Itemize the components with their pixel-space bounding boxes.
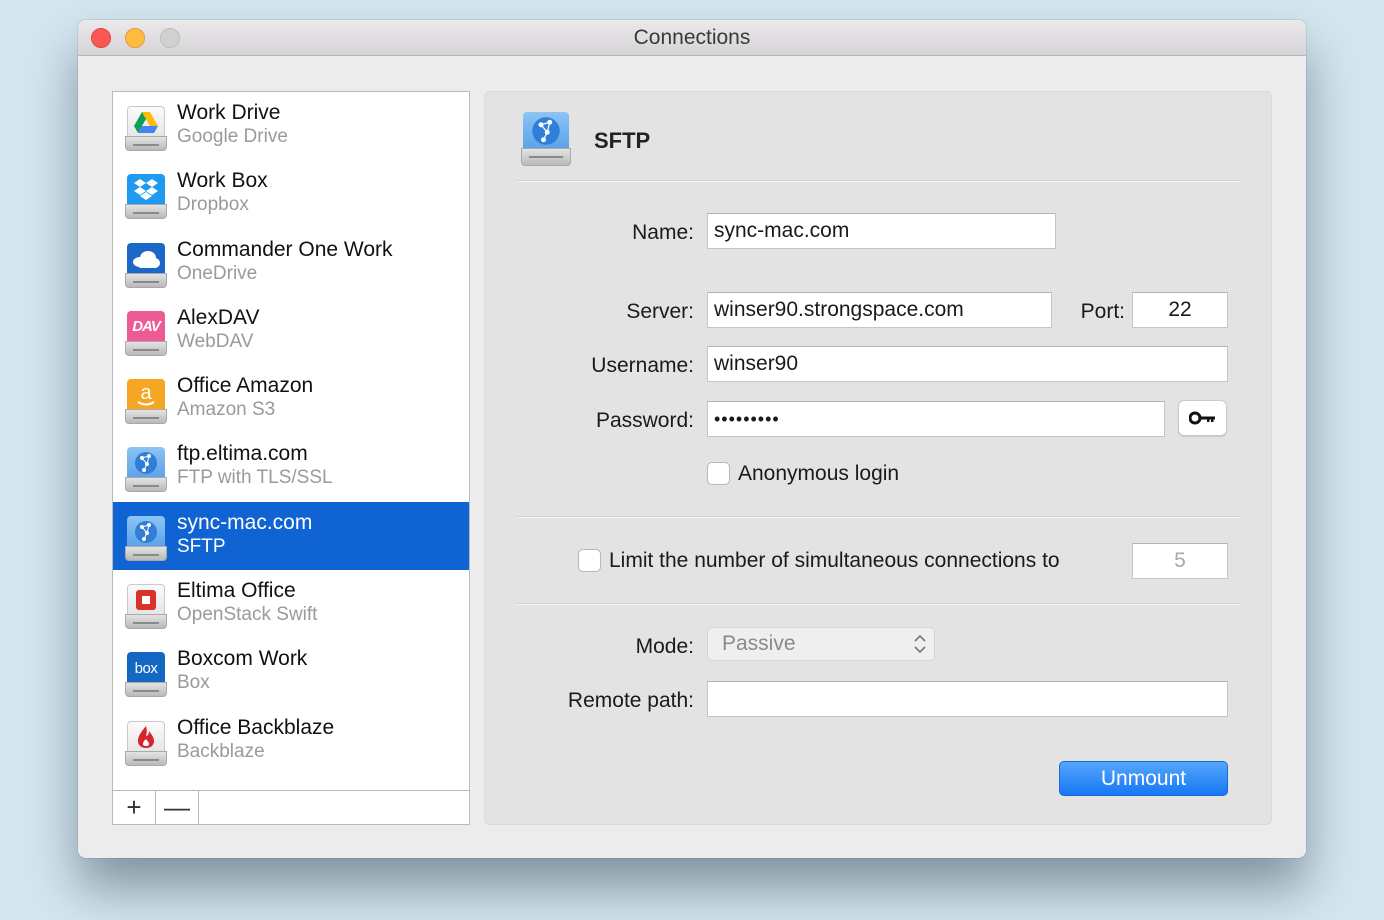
connection-details-panel: SFTP Name: sync-mac.com Server: winser90… xyxy=(484,91,1272,825)
connection-type: Box xyxy=(177,672,210,694)
dropbox-icon xyxy=(125,174,167,220)
amazon-s3-icon: a xyxy=(125,379,167,425)
connections-list: Work Drive Google Drive Work Box Dropbox xyxy=(113,92,469,775)
anonymous-login-label: Anonymous login xyxy=(738,462,900,485)
key-icon xyxy=(1188,411,1215,425)
box-icon: box xyxy=(125,652,167,698)
list-item-alexdav[interactable]: DAV AlexDAV WebDAV xyxy=(113,297,469,365)
connection-type: OneDrive xyxy=(177,262,258,284)
password-field[interactable]: ••••••••• xyxy=(707,401,1165,437)
username-label: Username: xyxy=(591,354,694,377)
mode-label: Mode: xyxy=(635,635,694,658)
connection-name: Eltima Office xyxy=(177,579,296,603)
limit-connections-label: Limit the number of simultaneous connect… xyxy=(609,549,1060,572)
openstack-icon xyxy=(125,584,167,630)
anonymous-login-checkbox[interactable] xyxy=(707,462,730,485)
connection-type: Amazon S3 xyxy=(177,399,276,421)
connection-type: Backblaze xyxy=(177,740,265,762)
backblaze-icon xyxy=(125,720,167,767)
list-item-sync-mac[interactable]: sync-mac.com SFTP xyxy=(113,501,469,571)
list-item-ftp-eltima[interactable]: ftp.eltima.com FTP with TLS/SSL xyxy=(113,433,469,501)
list-item-boxcom-work[interactable]: box Boxcom Work Box xyxy=(113,638,469,706)
network-globe-icon xyxy=(125,515,167,562)
port-label: Port: xyxy=(1080,300,1125,323)
connection-type: SFTP xyxy=(177,535,226,557)
name-field[interactable]: sync-mac.com xyxy=(707,213,1056,249)
mode-value: Passive xyxy=(722,632,796,655)
connection-type: Google Drive xyxy=(177,126,288,147)
connection-type: Dropbox xyxy=(177,194,249,216)
connection-type: OpenStack Swift xyxy=(177,604,318,626)
list-item-office-backblaze[interactable]: Office Backblaze Backblaze xyxy=(113,707,469,775)
window-title: Connections xyxy=(633,26,751,49)
mode-select[interactable]: Passive xyxy=(707,627,935,661)
remote-path-field[interactable] xyxy=(707,681,1228,717)
list-item-commander-one-work[interactable]: Commander One Work OneDrive xyxy=(113,229,469,297)
connection-name: Boxcom Work xyxy=(177,647,308,671)
list-item-work-box[interactable]: Work Box Dropbox xyxy=(113,160,469,228)
connection-type: FTP with TLS/SSL xyxy=(177,467,333,489)
network-globe-icon xyxy=(125,447,167,493)
protocol-title: SFTP xyxy=(594,128,651,153)
divider xyxy=(515,180,1241,182)
name-label: Name: xyxy=(632,221,694,244)
title-bar[interactable]: Connections xyxy=(78,20,1306,56)
password-label: Password: xyxy=(595,409,694,432)
remote-path-label: Remote path: xyxy=(567,689,694,712)
connections-window: Connections Work Drive Google Drive Work… xyxy=(78,20,1306,858)
limit-connections-field[interactable]: 5 xyxy=(1132,543,1228,579)
keychain-button[interactable] xyxy=(1178,400,1227,436)
port-field[interactable]: 22 xyxy=(1132,292,1228,328)
divider xyxy=(515,516,1241,518)
divider xyxy=(515,603,1241,605)
connection-name: Office Amazon xyxy=(177,374,314,398)
connections-list-panel: Work Drive Google Drive Work Box Dropbox xyxy=(112,91,470,825)
list-item-work-drive[interactable]: Work Drive Google Drive xyxy=(113,92,469,160)
onedrive-icon xyxy=(125,242,167,289)
list-item-eltima-office[interactable]: Eltima Office OpenStack Swift xyxy=(113,570,469,638)
connection-name: sync-mac.com xyxy=(177,510,313,534)
list-toolbar: + — xyxy=(113,790,469,824)
webdav-icon: DAV xyxy=(125,310,167,357)
server-field[interactable]: winser90.strongspace.com xyxy=(707,292,1052,328)
connection-name: Work Box xyxy=(177,169,268,193)
username-field[interactable]: winser90 xyxy=(707,346,1228,382)
remove-connection-button[interactable]: — xyxy=(156,791,199,824)
add-connection-button[interactable]: + xyxy=(113,791,156,824)
limit-connections-checkbox[interactable] xyxy=(578,549,601,572)
connection-name: Work Drive xyxy=(177,101,281,124)
connection-name: AlexDAV xyxy=(177,305,260,329)
connection-name: ftp.eltima.com xyxy=(177,442,308,466)
connection-name: Commander One Work xyxy=(177,237,393,261)
svg-text:a: a xyxy=(140,383,152,404)
network-globe-icon xyxy=(521,112,571,168)
connection-type: WebDAV xyxy=(177,330,254,352)
connection-name: Office Backblaze xyxy=(177,715,335,739)
list-item-office-amazon[interactable]: a Office Amazon Amazon S3 xyxy=(113,365,469,433)
unmount-button[interactable]: Unmount xyxy=(1059,761,1228,796)
server-label: Server: xyxy=(626,300,694,323)
google-drive-icon xyxy=(125,106,167,152)
chevron-up-down-icon xyxy=(914,634,926,654)
